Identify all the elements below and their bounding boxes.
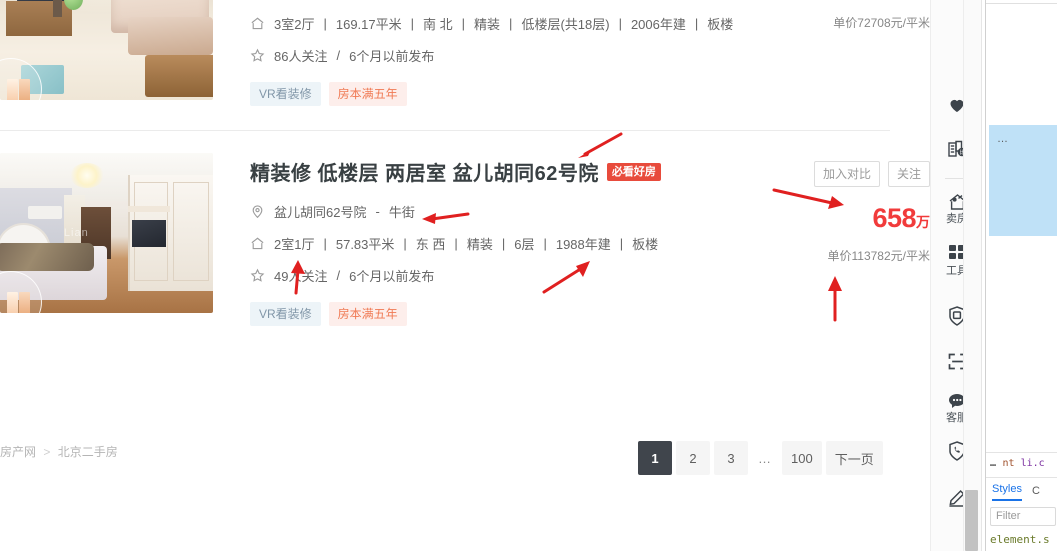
page-2[interactable]: 2 xyxy=(676,441,710,475)
orientation: 东 西 xyxy=(415,237,446,252)
listing-thumbnail[interactable]: Lian xyxy=(0,153,213,313)
unit-price: 单价113782元/平米 xyxy=(827,249,931,263)
area: 57.83平米 xyxy=(335,237,395,252)
listing-title[interactable]: 精装修 低楼层 两居室 盆儿胡同62号院 xyxy=(250,157,599,186)
meta-sep: | xyxy=(454,236,458,251)
decoration: 精装 xyxy=(474,17,501,32)
location-sep: - xyxy=(375,204,380,219)
listing-action-buttons: 加入对比 关注 xyxy=(760,161,930,187)
house-attributes-row: 2室1厅 | 57.83平米 | 东 西 | 精装 | 6层 | 1988年建 … xyxy=(250,234,770,253)
location-row: 盆儿胡同62号院 - 牛街 xyxy=(250,202,770,221)
breadcrumb-current[interactable]: 北京二手房 xyxy=(58,445,118,459)
decoration: 精装 xyxy=(466,237,493,252)
district-name[interactable]: 牛街 xyxy=(389,202,415,221)
listing-info: 精装修 低楼层 两居室 盆儿胡同62号院 必看好房 盆儿胡同62号院 - 牛街 xyxy=(250,131,770,326)
stat-sep: / xyxy=(336,268,341,283)
listing-info: 3室2厅 | 169.17平米 | 南 北 | 精装 | 低楼层(共18层) |… xyxy=(250,0,770,106)
follower-count: 49人关注 xyxy=(274,269,328,284)
listing-card[interactable]: 3室2厅 | 169.17平米 | 南 北 | 精装 | 低楼层(共18层) |… xyxy=(0,0,930,130)
page-footer: 京房产网 > 北京二手房 1 2 3 … 100 下一页 xyxy=(0,378,930,551)
listing-thumbnail[interactable] xyxy=(0,0,213,100)
meta-sep: | xyxy=(323,16,327,31)
tag-five-years[interactable]: 房本满五年 xyxy=(328,82,407,106)
build-year: 2006年建 xyxy=(630,17,686,32)
meta-sep: | xyxy=(323,236,327,251)
meta-sep: | xyxy=(501,236,506,251)
next-page-button[interactable]: 下一页 xyxy=(825,441,883,475)
house-icon xyxy=(250,236,265,251)
listing-price-column: 加入对比 关注 658万 单价113782元/平米 xyxy=(760,131,930,264)
screenshot-root: 3室2厅 | 169.17平米 | 南 北 | 精装 | 低楼层(共18层) |… xyxy=(0,0,1057,551)
page-scrollbar-thumb[interactable] xyxy=(965,490,978,551)
tab-computed[interactable]: C xyxy=(1032,485,1040,501)
breadcrumb: 京房产网 > 北京二手房 xyxy=(0,443,118,460)
price-number: 658 xyxy=(872,203,916,233)
orientation: 南 北 xyxy=(423,17,453,32)
devtools-style-rule-selector[interactable]: element.s xyxy=(990,533,1050,546)
area: 169.17平米 xyxy=(335,17,402,32)
breadcrumb-overflow[interactable]: … xyxy=(990,458,997,469)
devtools-dom-breadcrumb[interactable]: … nt li.c xyxy=(986,452,1057,474)
tag-vr[interactable]: VR看装修 xyxy=(250,302,321,326)
total-price: 658万 xyxy=(760,203,930,234)
page-ellipsis: … xyxy=(752,441,778,475)
meta-sep: | xyxy=(618,16,622,31)
rooms: 3室2厅 xyxy=(274,17,315,32)
follow-button[interactable]: 关注 xyxy=(887,161,930,187)
star-icon xyxy=(250,268,265,283)
tag-five-years[interactable]: 房本满五年 xyxy=(328,302,407,326)
community-name[interactable]: 盆儿胡同62号院 xyxy=(274,202,366,221)
location-pin-icon xyxy=(250,204,265,219)
rooms: 2室1厅 xyxy=(274,237,315,252)
breadcrumb-separator: > xyxy=(43,445,51,459)
building-type: 板楼 xyxy=(707,17,734,32)
unit-price: 单价72708元/平米 xyxy=(833,16,930,30)
meta-sep: | xyxy=(403,236,407,251)
meta-sep: | xyxy=(461,16,466,31)
meta-sep: | xyxy=(694,16,699,31)
listing-results-page: 3室2厅 | 169.17平米 | 南 北 | 精装 | 低楼层(共18层) |… xyxy=(0,0,930,551)
publish-time: 6个月以前发布 xyxy=(349,269,435,284)
building-type: 板楼 xyxy=(632,237,659,252)
pagination: 1 2 3 … 100 下一页 xyxy=(638,441,883,475)
listing-price-column: 单价72708元/平米 xyxy=(760,0,930,31)
add-to-compare-button[interactable]: 加入对比 xyxy=(813,161,880,187)
follower-count: 86人关注 xyxy=(274,49,328,64)
listing-title-row: 精装修 低楼层 两居室 盆儿胡同62号院 必看好房 xyxy=(250,157,770,186)
listing-tags: VR看装修 房本满五年 xyxy=(250,302,770,326)
house-icon xyxy=(250,16,265,31)
meta-sep: | xyxy=(509,16,513,31)
meta-sep: | xyxy=(619,236,624,251)
build-year: 1988年建 xyxy=(555,237,611,252)
devtools-dom-tree[interactable]: … xyxy=(986,4,1057,441)
follow-stats-row: 86人关注 / 6个月以前发布 xyxy=(250,46,770,65)
page-3[interactable]: 3 xyxy=(714,441,748,475)
meta-sep: | xyxy=(410,16,415,31)
listing-tags: VR看装修 房本满五年 xyxy=(250,82,770,106)
page-1[interactable]: 1 xyxy=(638,441,672,475)
meta-sep: | xyxy=(543,236,547,251)
page-100[interactable]: 100 xyxy=(782,441,822,475)
devtools-sidebar-tabs: Styles C xyxy=(986,477,1057,501)
follow-stats-row: 49人关注 / 6个月以前发布 xyxy=(250,266,770,285)
publish-time: 6个月以前发布 xyxy=(349,49,435,64)
tag-vr[interactable]: VR看装修 xyxy=(250,82,321,106)
stat-sep: / xyxy=(336,48,341,63)
devtools-node-ellipsis: … xyxy=(997,133,1009,145)
listing-card[interactable]: Lian 精装修 低楼层 两居室 盆儿胡同62号院 必看好房 盆儿胡同62号院 … xyxy=(0,131,930,347)
breadcrumb-li-node[interactable]: li.c xyxy=(1021,458,1045,469)
price-unit: 万 xyxy=(916,214,930,230)
page-scrollbar-track[interactable] xyxy=(963,0,980,551)
breadcrumb-element-node[interactable]: nt xyxy=(1003,458,1015,469)
devtools-filter-input[interactable]: Filter xyxy=(990,507,1056,526)
floor: 低楼层(共18层) xyxy=(521,17,610,32)
floor: 6层 xyxy=(514,237,535,252)
tab-styles[interactable]: Styles xyxy=(992,483,1022,501)
star-icon xyxy=(250,48,265,63)
devtools-selected-node[interactable]: … xyxy=(989,125,1057,236)
breadcrumb-prefix[interactable]: 京房产网 xyxy=(0,445,36,459)
devtools-panel: … … nt li.c Styles C Filter element.s xyxy=(985,0,1057,551)
house-attributes-row: 3室2厅 | 169.17平米 | 南 北 | 精装 | 低楼层(共18层) |… xyxy=(250,14,770,33)
must-see-badge: 必看好房 xyxy=(606,162,661,181)
